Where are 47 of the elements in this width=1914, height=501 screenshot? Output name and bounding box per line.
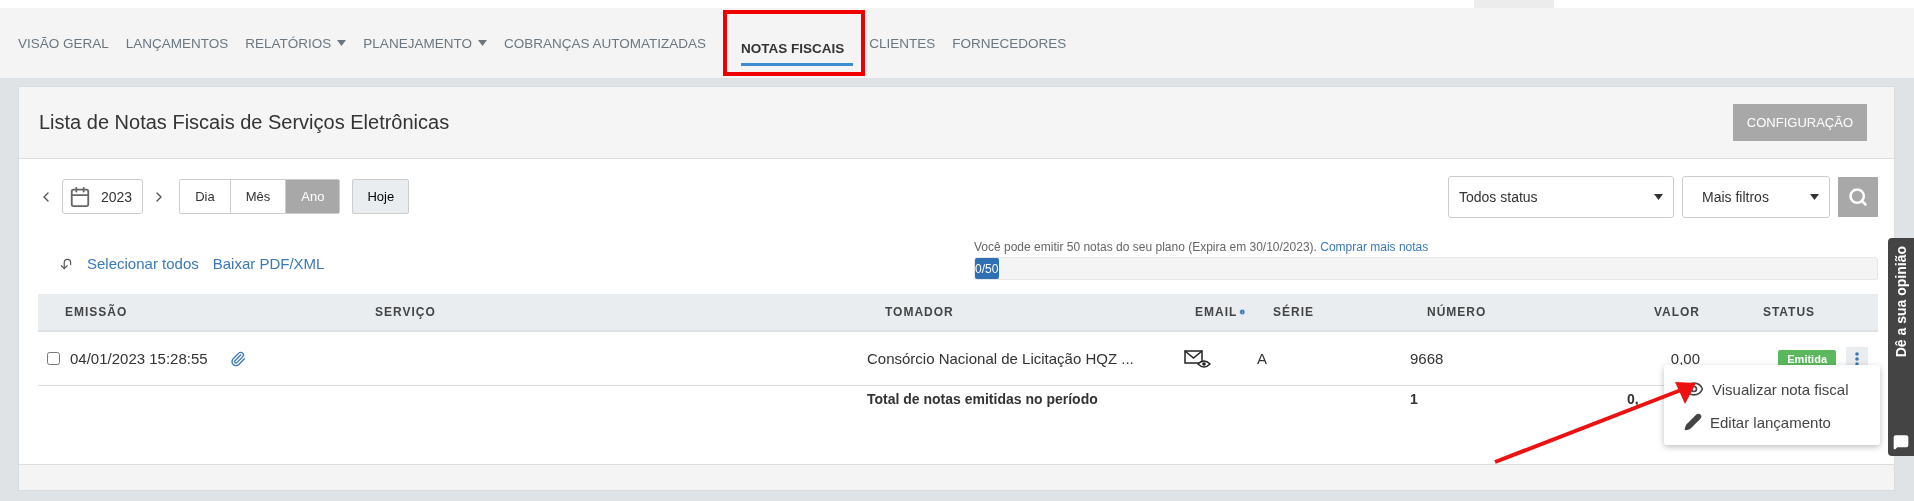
- nav-tab[interactable]: FORNECEDORES: [952, 25, 1076, 61]
- progress-fill: 0/50: [975, 258, 999, 279]
- quota-text: Você pode emitir 50 notas do seu plano (Expira em 30/10/2023). Comprar mais notas: [974, 240, 1430, 254]
- nav-tab[interactable]: VISÃO GERAL: [18, 25, 118, 61]
- status-select[interactable]: Todos status: [1448, 175, 1674, 218]
- caret-icon: [1654, 193, 1663, 200]
- menu-item[interactable]: Editar lançamento: [1664, 407, 1880, 437]
- feedback-tab[interactable]: Dê a sua opinião: [1888, 238, 1914, 456]
- total-count: 1: [1409, 391, 1419, 407]
- column-header: EMAIL: [1168, 305, 1246, 319]
- arrow-icon[interactable]: [59, 256, 73, 271]
- nav-tab[interactable]: PLANEJAMENTO: [363, 25, 496, 61]
- caret-icon: [1810, 193, 1819, 200]
- pencil-icon: [1684, 413, 1702, 431]
- buy-more-link[interactable]: Comprar mais notas: [1320, 240, 1429, 254]
- filters-select[interactable]: Mais filtros: [1682, 175, 1830, 218]
- chat-icon: [1893, 434, 1909, 450]
- download-link[interactable]: Baixar PDF/XML: [212, 255, 325, 272]
- table-cell-text: A: [1256, 350, 1268, 367]
- nav-tab[interactable]: COBRANÇAS AUTOMATIZADAS: [503, 25, 715, 61]
- total-label: Total de notas emitidas no período: [866, 391, 1099, 407]
- search-icon: [1848, 186, 1868, 207]
- nav-tab[interactable]: LANÇAMENTOS: [125, 25, 238, 61]
- table-cell: 04/01/2023 15:28:55: [70, 350, 208, 367]
- column-header: TOMADOR: [884, 305, 955, 319]
- select-all-link[interactable]: Selecionar todos: [87, 255, 199, 272]
- table-cell-text: Consórcio Nacional de Licitação HQZ ...: [866, 350, 1135, 367]
- table-cell-text: 9668: [1409, 350, 1445, 367]
- dots-icon: [1855, 351, 1859, 366]
- search-button[interactable]: [1838, 176, 1878, 217]
- nav-tab[interactable]: RELATÓRIOS: [245, 25, 356, 61]
- column-header: EMISSÃO: [64, 305, 129, 319]
- paperclip-icon[interactable]: [229, 350, 246, 367]
- calendar-icon: [69, 185, 91, 208]
- year-field[interactable]: 2023: [62, 179, 144, 214]
- column-header: NÚMERO: [1426, 305, 1488, 319]
- nav-tab[interactable]: CLIENTES: [869, 25, 945, 61]
- total-value: 0,: [1626, 391, 1640, 407]
- row-checkbox[interactable]: [47, 352, 60, 365]
- column-header: VALOR: [1652, 305, 1700, 319]
- today-button[interactable]: Hoje: [352, 179, 410, 214]
- nav-tab[interactable]: NOTAS FISCAIS: [740, 30, 854, 66]
- column-header: SERVIÇO: [374, 305, 437, 319]
- table-cell-text: 0,00: [1669, 350, 1700, 367]
- card-title: Lista de Notas Fiscais de Serviços Eletrônicas: [39, 111, 450, 134]
- column-header: SÉRIE: [1272, 305, 1315, 319]
- column-header: STATUS: [1761, 305, 1817, 319]
